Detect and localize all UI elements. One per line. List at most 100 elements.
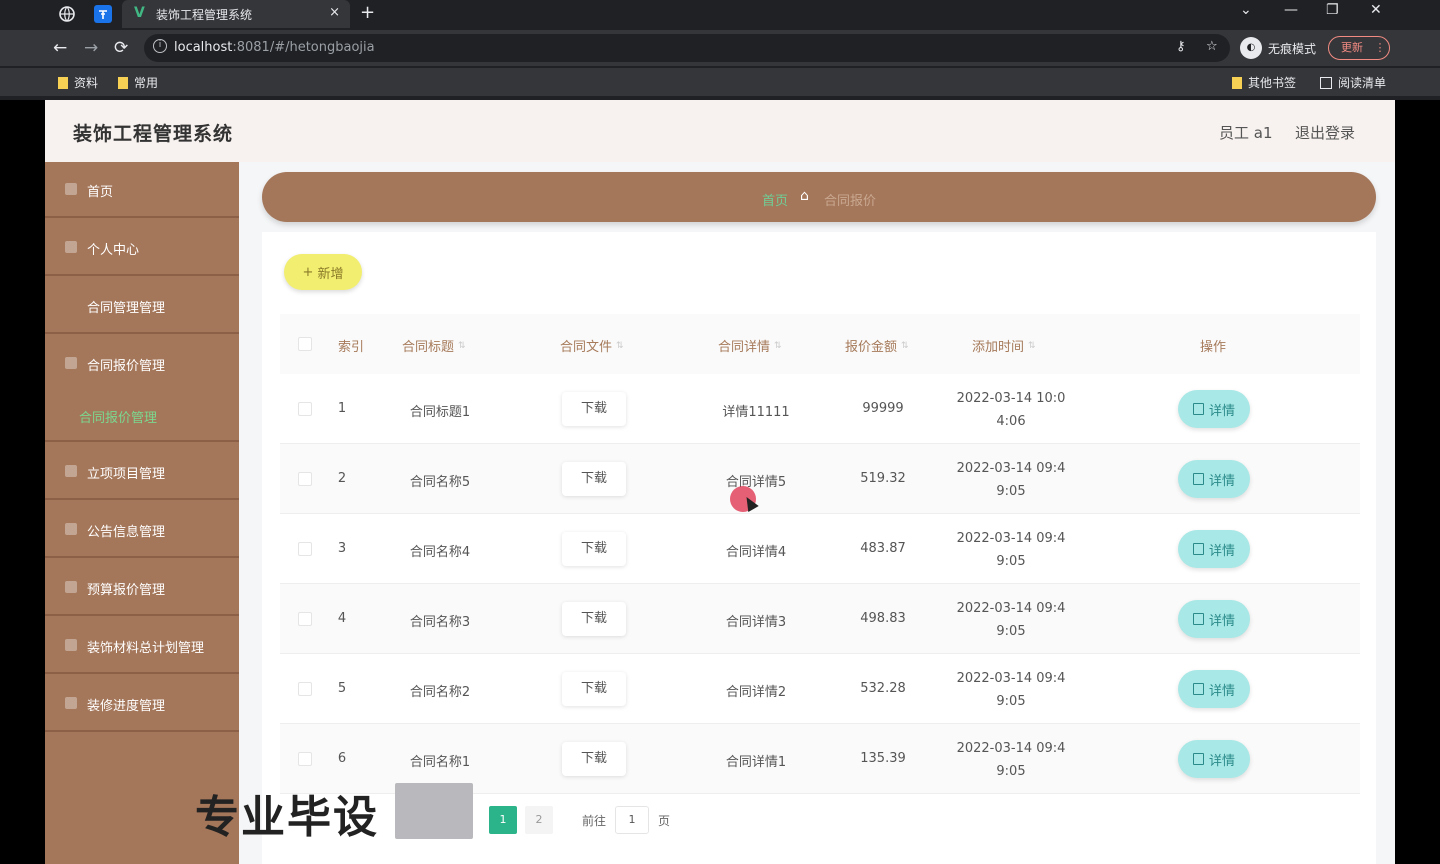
document-icon bbox=[1192, 543, 1204, 555]
minimize-icon[interactable]: — bbox=[1284, 2, 1298, 18]
col-index-label: 索引 bbox=[338, 340, 365, 355]
table-row[interactable]: 5 合同名称2 下载 合同详情2 532.28 2022-03-14 09:49… bbox=[280, 654, 1360, 724]
col-amount[interactable]: 报价金额 ⇅ bbox=[845, 336, 909, 355]
sidebar-item-label: 合同管理管理 bbox=[87, 301, 166, 316]
bookmark-folder-changyong[interactable]: 常用 bbox=[118, 74, 158, 91]
sidebar-item-progress[interactable]: 装修进度管理 bbox=[45, 676, 239, 732]
forward-icon[interactable]: → bbox=[84, 38, 98, 58]
new-tab-icon[interactable]: + bbox=[360, 2, 375, 23]
cell-index: 2 bbox=[337, 471, 347, 486]
globe-icon[interactable] bbox=[58, 5, 76, 23]
goto-page-input[interactable]: 1 bbox=[615, 806, 649, 834]
col-time[interactable]: 添加时间 ⇅ bbox=[972, 336, 1036, 355]
sidebar-item-contract-manage[interactable]: 合同管理管理 bbox=[45, 278, 239, 334]
site-info-icon[interactable]: i bbox=[153, 39, 167, 53]
sidebar-item-budget[interactable]: 预算报价管理 bbox=[45, 560, 239, 616]
tab-search-icon[interactable]: ⌄ bbox=[1240, 2, 1252, 18]
sidebar-subitem-contract-quote[interactable]: 合同报价管理 bbox=[45, 390, 239, 442]
detail-button[interactable]: 详情 bbox=[1178, 390, 1250, 428]
sidebar-item-materials[interactable]: 装饰材料总计划管理 bbox=[45, 618, 239, 674]
sidebar-subitem-label: 合同报价管理 bbox=[79, 411, 158, 426]
table-row[interactable]: 2 合同名称5 下载 合同详情5 519.32 2022-03-14 09:49… bbox=[280, 444, 1360, 514]
tab-close-icon[interactable]: × bbox=[329, 5, 340, 20]
sidebar-item-home[interactable]: 首页 bbox=[45, 162, 239, 218]
cell-detail: 合同详情3 bbox=[725, 615, 787, 630]
add-button-label: 新增 bbox=[317, 266, 344, 282]
sidebar-item-label: 立项项目管理 bbox=[87, 467, 166, 482]
col-file[interactable]: 合同文件 ⇅ bbox=[560, 336, 624, 355]
extension-icon[interactable] bbox=[94, 5, 112, 23]
sort-icon[interactable]: ⇅ bbox=[458, 341, 466, 351]
sidebar-item-profile[interactable]: 个人中心 bbox=[45, 220, 239, 276]
detail-button[interactable]: 详情 bbox=[1178, 460, 1250, 498]
active-tab[interactable]: V 装饰工程管理系统 × bbox=[122, 0, 350, 28]
col-title[interactable]: 合同标题 ⇅ bbox=[402, 336, 466, 355]
detail-button[interactable]: 详情 bbox=[1178, 530, 1250, 568]
reload-icon[interactable]: ⟳ bbox=[114, 38, 128, 58]
other-bookmarks[interactable]: 其他书签 bbox=[1232, 74, 1296, 91]
reading-list[interactable]: 阅读清单 bbox=[1320, 74, 1386, 91]
sort-icon[interactable]: ⇅ bbox=[616, 341, 624, 351]
browser-chrome: V 装饰工程管理系统 × + ⌄ — ❐ ✕ ← → ⟳ i localhost… bbox=[0, 0, 1440, 100]
bookmark-star-icon[interactable]: ☆ bbox=[1206, 39, 1218, 54]
browser-toolbar: ← → ⟳ i localhost:8081/#/hetongbaojia ⚷ … bbox=[0, 30, 1440, 66]
cell-amount: 483.87 bbox=[860, 541, 906, 556]
back-icon[interactable]: ← bbox=[53, 38, 67, 58]
row-checkbox[interactable] bbox=[298, 542, 312, 556]
sort-icon[interactable]: ⇅ bbox=[1028, 341, 1036, 351]
sidebar-item-contract-quote[interactable]: 合同报价管理 bbox=[45, 336, 239, 392]
download-button[interactable]: 下载 bbox=[562, 532, 626, 566]
address-bar[interactable]: i localhost:8081/#/hetongbaojia ⚷ ☆ bbox=[144, 34, 1230, 62]
col-detail[interactable]: 合同详情 ⇅ bbox=[718, 336, 782, 355]
sort-icon[interactable]: ⇅ bbox=[774, 341, 782, 351]
table-row[interactable]: 4 合同名称3 下载 合同详情3 498.83 2022-03-14 09:49… bbox=[280, 584, 1360, 654]
row-checkbox[interactable] bbox=[298, 472, 312, 486]
bookmark-label: 资料 bbox=[74, 76, 99, 90]
folder-icon bbox=[1232, 76, 1242, 89]
row-checkbox[interactable] bbox=[298, 612, 312, 626]
detail-button[interactable]: 详情 bbox=[1178, 740, 1250, 778]
bookmark-folder-ziliao[interactable]: 资料 bbox=[58, 74, 98, 91]
detail-button-label: 详情 bbox=[1208, 753, 1235, 769]
chart-icon bbox=[65, 697, 77, 709]
add-button[interactable]: + 新增 bbox=[284, 254, 362, 290]
table-row[interactable]: 3 合同名称4 下载 合同详情4 483.87 2022-03-14 09:49… bbox=[280, 514, 1360, 584]
page-1-button[interactable]: 1 bbox=[489, 806, 517, 834]
incognito-indicator[interactable]: ◐ 无痕模式 bbox=[1240, 36, 1316, 60]
breadcrumb-home[interactable]: 首页 bbox=[762, 190, 788, 209]
cell-index: 5 bbox=[337, 681, 347, 696]
sort-icon[interactable]: ⇅ bbox=[901, 341, 909, 351]
detail-button[interactable]: 详情 bbox=[1178, 600, 1250, 638]
col-action: 操作 bbox=[1200, 336, 1226, 355]
password-key-icon[interactable]: ⚷ bbox=[1176, 39, 1186, 54]
table-row[interactable]: 1 合同标题1 下载 详情11111 99999 2022-03-14 10:0… bbox=[280, 374, 1360, 444]
update-button[interactable]: 更新 ⋮ bbox=[1328, 36, 1390, 60]
window-close-icon[interactable]: ✕ bbox=[1370, 2, 1382, 18]
plus-icon: + bbox=[302, 264, 314, 280]
detail-button[interactable]: 详情 bbox=[1178, 670, 1250, 708]
page-2-button[interactable]: 2 bbox=[525, 806, 553, 834]
url-text[interactable]: localhost:8081/#/hetongbaojia bbox=[174, 40, 375, 55]
cell-index: 3 bbox=[337, 541, 347, 556]
sidebar-item-announcements[interactable]: 公告信息管理 bbox=[45, 502, 239, 558]
document-icon bbox=[1192, 403, 1204, 415]
download-button[interactable]: 下载 bbox=[562, 672, 626, 706]
logout-link[interactable]: 退出登录 bbox=[1295, 122, 1355, 143]
download-button[interactable]: 下载 bbox=[562, 392, 626, 426]
row-checkbox[interactable] bbox=[298, 682, 312, 696]
restore-icon[interactable]: ❐ bbox=[1326, 2, 1339, 18]
row-checkbox[interactable] bbox=[298, 402, 312, 416]
download-button[interactable]: 下载 bbox=[562, 742, 626, 776]
sidebar-item-projects[interactable]: 立项项目管理 bbox=[45, 444, 239, 500]
folder-icon bbox=[65, 465, 77, 477]
download-button[interactable]: 下载 bbox=[562, 602, 626, 636]
row-checkbox[interactable] bbox=[298, 752, 312, 766]
cell-amount: 532.28 bbox=[860, 681, 906, 696]
cell-time: 2022-03-14 09:49:05 bbox=[956, 531, 1066, 569]
goto-label: 前往 bbox=[582, 814, 607, 828]
select-all-checkbox[interactable] bbox=[298, 337, 312, 351]
table-header: 索引 合同标题 ⇅ 合同文件 ⇅ 合同详情 ⇅ 报价金额 ⇅ 添加时间 ⇅ 操作 bbox=[280, 314, 1360, 374]
download-button[interactable]: 下载 bbox=[562, 462, 626, 496]
cell-time: 2022-03-14 10:04:06 bbox=[956, 391, 1066, 429]
bell-icon bbox=[65, 523, 77, 535]
